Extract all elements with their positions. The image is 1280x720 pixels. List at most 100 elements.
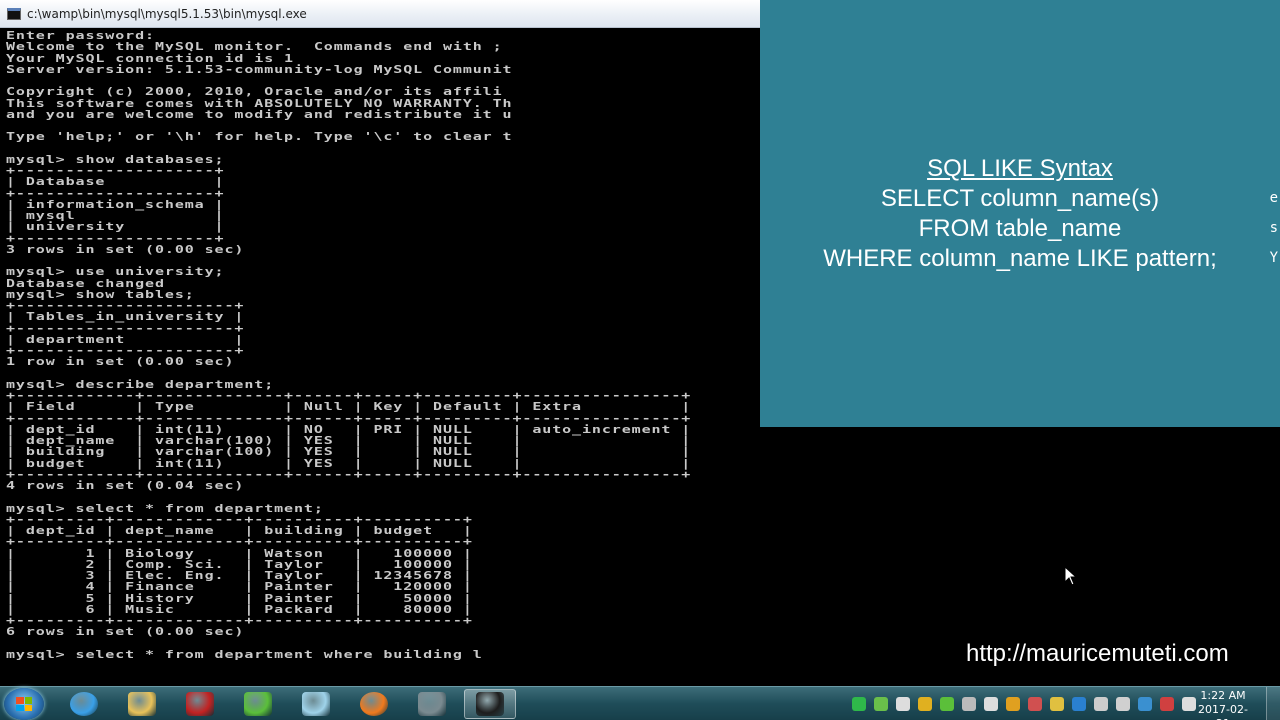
tray-phone-icon[interactable] [896,697,910,711]
taskbar-button-utorrent[interactable] [232,689,284,719]
terminal-line: +---------+-------------+----------+----… [6,535,473,549]
terminal-line: | dept_name | varchar(100) | YES | | NUL… [6,433,692,447]
overlay-line-from: FROM table_name [918,215,1122,242]
terminal-line: This software comes with ABSOLUTELY NO W… [6,96,513,110]
system-tray [852,687,1204,720]
syntax-overlay: SQL LIKE Syntax SELECT column_name(s) FR… [760,0,1280,427]
terminal-line: | 1 | Biology | Watson | 100000 | [6,546,473,560]
terminal-line: | 3 | Elec. Eng. | Taylor | 12345678 | [6,568,473,582]
console-icon [476,692,504,716]
overlay-line-where: WHERE column_name LIKE pattern; [823,245,1217,272]
tray-blue-icon[interactable] [1072,697,1086,711]
terminal-line: | information_schema | [6,197,225,211]
terminal-line: 6 rows in set (0.00 sec) [6,625,245,639]
terminal-line: mysql> show databases; [6,152,225,166]
clock-time: 1:22 AM [1200,689,1246,702]
file-explorer-icon [128,692,156,716]
terminal-line: +--------------------+ [6,186,225,200]
tray-green-icon[interactable] [852,697,866,711]
taskbar-button-wamp[interactable] [406,689,458,719]
tray-utorrent-icon[interactable] [940,697,954,711]
tray-mail-icon[interactable] [1050,697,1064,711]
terminal-line: | university | [6,220,225,234]
tray-network-icon[interactable] [962,697,976,711]
terminal-line: 4 rows in set (0.04 sec) [6,478,245,492]
terminal-line: +----------------------+ [6,298,245,312]
start-button[interactable] [4,688,44,720]
terminal-line: 1 row in set (0.00 sec) [6,355,235,369]
console-app-icon [7,7,21,20]
terminal-line: | 2 | Comp. Sci. | Taylor | 100000 | [6,557,473,571]
edge-char: e [1269,190,1278,206]
mouse-cursor-icon [1064,566,1078,586]
terminal-line: | Field | Type | Null | Key | Default | … [6,400,692,414]
taskbar-button-file-explorer[interactable] [116,689,168,719]
terminal-line: mysql> select * from department where bu… [6,647,483,661]
tray-link-icon[interactable] [1094,697,1108,711]
firefox-icon [360,692,388,716]
tray-flag-icon[interactable] [1160,697,1174,711]
taskbar-button-firefox[interactable] [348,689,400,719]
clock-date: 2017-02-21 [1198,703,1248,720]
terminal-line: | 4 | Finance | Painter | 120000 | [6,580,473,594]
notepad-icon [302,692,330,716]
edge-char: Y [1269,250,1278,266]
terminal-line: Welcome to the MySQL monitor. Commands e… [6,40,503,54]
taskbar-button-app-red[interactable] [174,689,226,719]
terminal-line: | building | varchar(100) | YES | | NULL… [6,445,692,459]
terminal-line: | department | [6,332,245,346]
terminal-line: and you are welcome to modify and redist… [6,107,513,121]
terminal-line: mysql> use university; [6,265,225,279]
tray-volume-icon[interactable] [984,697,998,711]
terminal-line: | dept_id | dept_name | building | budge… [6,523,473,537]
overlay-line-select: SELECT column_name(s) [880,185,1160,212]
taskbar-button-console[interactable] [464,689,516,719]
terminal-line: +---------+-------------+----------+----… [6,613,473,627]
terminal-line: Enter password: [6,28,155,42]
terminal-line: +---------+-------------+----------+----… [6,512,473,526]
overlay-title: SQL LIKE Syntax [927,155,1113,182]
terminal-line: +--------------------+ [6,163,225,177]
tray-chrome-icon[interactable] [918,697,932,711]
terminal-line: mysql> select * from department; [6,501,324,515]
taskbar-button-notepad[interactable] [290,689,342,719]
terminal-line: +----------------------+ [6,321,245,335]
terminal-line: Type 'help;' or '\h' for help. Type '\c'… [6,130,513,144]
tray-gear-icon[interactable] [1138,697,1152,711]
tray-k-icon[interactable] [1006,697,1020,711]
wamp-icon [418,692,446,716]
edge-char: s [1269,220,1278,236]
terminal-line: Server version: 5.1.53-community-log MyS… [6,62,513,76]
terminal-line: +------------+--------------+------+----… [6,388,692,402]
terminal-line: | Database | [6,175,225,189]
watermark-url: http://mauricemuteti.com [966,640,1229,667]
terminal-line: +------------+--------------+------+----… [6,467,692,481]
terminal-line: 3 rows in set (0.00 sec) [6,242,245,256]
terminal-line: | 5 | History | Painter | 50000 | [6,591,473,605]
terminal-line: mysql> describe department; [6,377,275,391]
terminal-line: | 6 | Music | Packard | 80000 | [6,602,473,616]
terminal-line: | budget | int(11) | YES | | NULL | | [6,456,692,470]
app-red-icon [186,692,214,716]
tray-leaf-icon[interactable] [874,697,888,711]
terminal-line: Database changed [6,276,165,290]
taskbar-button-internet-explorer[interactable] [58,689,110,719]
internet-explorer-icon [70,692,98,716]
tray-bird-icon[interactable] [1028,697,1042,711]
window-title: c:\wamp\bin\mysql\mysql5.1.53\bin\mysql.… [27,6,307,21]
clock[interactable]: 1:22 AM 2017-02-21 [1192,689,1254,720]
show-desktop-button[interactable] [1266,687,1280,720]
utorrent-icon [244,692,272,716]
terminal-line: | mysql | [6,208,225,222]
terminal-line: +--------------------+ [6,231,225,245]
windows-logo-icon [16,697,32,711]
taskbar: 1:22 AM 2017-02-21 [0,686,1280,720]
terminal-line: Copyright (c) 2000, 2010, Oracle and/or … [6,85,503,99]
terminal-line: +----------------------+ [6,343,245,357]
tray-plug-icon[interactable] [1116,697,1130,711]
terminal-line: +------------+--------------+------+----… [6,411,692,425]
terminal-line: | Tables_in_university | [6,310,245,324]
terminal-line: mysql> show tables; [6,287,195,301]
terminal-line: | dept_id | int(11) | NO | PRI | NULL | … [6,422,692,436]
console-titlebar[interactable]: c:\wamp\bin\mysql\mysql5.1.53\bin\mysql.… [0,0,760,28]
